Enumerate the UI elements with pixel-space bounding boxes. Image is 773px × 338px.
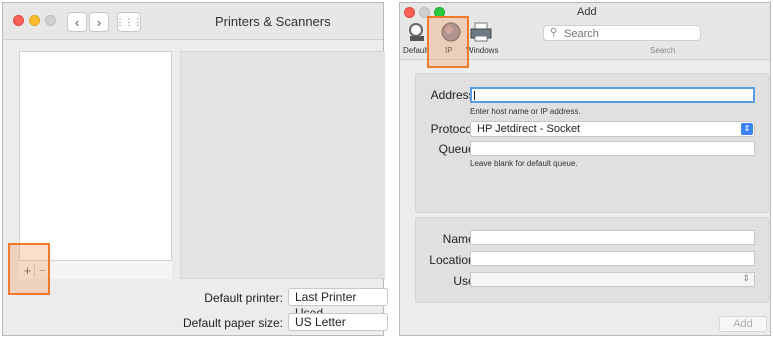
default-printer-label: Default printer: [204,291,283,305]
default-printer-select[interactable]: Last Printer Used [288,288,388,320]
search-input[interactable] [562,26,696,41]
address-field[interactable] [470,87,755,103]
zoom-button[interactable] [45,15,56,26]
location-field[interactable] [470,251,755,266]
window-title: Printers & Scanners [215,14,331,29]
protocol-value: HP Jetdirect - Socket [477,123,581,135]
back-button[interactable]: ‹ [67,12,87,32]
close-button[interactable] [404,7,415,18]
chevron-right-icon: › [96,14,102,30]
window-title: Add [577,6,597,18]
connection-section: Address: Enter host name or IP address. … [415,73,769,213]
left-titlebar: ‹ › ⋮⋮⋮ Printers & Scanners [3,3,383,40]
tool-label-default: Default [403,46,429,55]
default-paper-label: Default paper size: [182,316,283,330]
show-all-button[interactable]: ⋮⋮⋮ [115,12,143,32]
printers-scanners-window: ‹ › ⋮⋮⋮ Printers & Scanners + − Default … [2,2,388,336]
text-cursor [474,91,475,100]
printer-info-section: Name: Location: Use: ⇕ [415,217,769,303]
add-button-highlight [8,243,50,295]
address-hint: Enter host name or IP address. [470,107,581,116]
minimize-button[interactable] [29,15,40,26]
updown-chevron-icon: ⇕ [741,123,753,135]
name-field[interactable] [470,230,755,245]
add-button[interactable]: Add [719,316,767,332]
protocol-select[interactable]: HP Jetdirect - Socket ⇕ [470,121,755,137]
search-icon: ⚲ [550,27,558,38]
windows-tool[interactable] [468,19,494,45]
printer-detail-pane [180,51,385,279]
right-titlebar: Add Default IP Windows ⚲ Search Search [400,3,770,68]
chevron-left-icon: ‹ [74,14,80,30]
printer-icon [470,22,492,42]
queue-hint: Leave blank for default queue. [470,159,578,168]
forward-button[interactable]: › [89,12,109,32]
search-caption: Search [650,46,676,55]
magnifier-printer-icon [409,23,424,41]
ip-tool-highlight [427,16,469,68]
close-button[interactable] [13,15,24,26]
use-select[interactable]: ⇕ [470,272,755,287]
tool-label-windows: Windows [466,46,499,55]
default-paper-select[interactable]: US Letter [288,313,388,331]
updown-chevron-icon: ⇕ [742,273,750,283]
add-printer-window: Add Default IP Windows ⚲ Search Search A… [399,2,771,336]
queue-field[interactable] [470,141,755,156]
grid-icon: ⋮⋮⋮ [115,16,143,27]
search-field[interactable]: ⚲ [543,25,701,41]
